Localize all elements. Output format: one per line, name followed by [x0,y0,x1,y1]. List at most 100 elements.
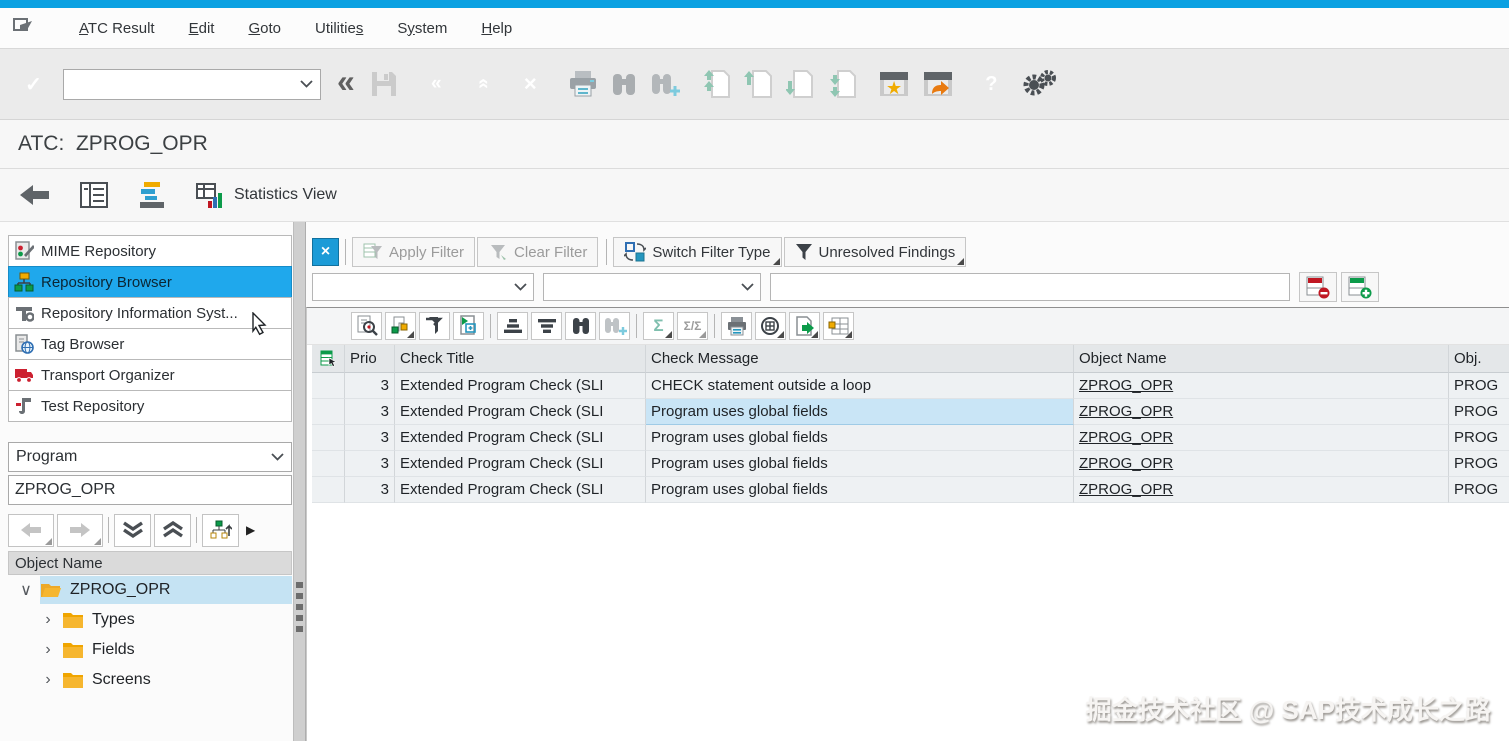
previous-page-button[interactable] [743,69,774,99]
tree-expanded-icon[interactable]: ∨ [18,580,34,600]
table-row[interactable]: 3 Extended Program Check (SLI CHECK stat… [312,373,1509,399]
sidebar-item-test-repository[interactable]: Test Repository [8,390,292,422]
cancel-button[interactable]: × [513,67,548,102]
create-shortcut-button[interactable] [922,70,954,98]
save-button[interactable] [369,69,399,99]
delete-filter-row-button[interactable] [1299,272,1337,302]
find-button[interactable] [610,70,638,98]
selected-cell[interactable]: Program uses global fields [646,399,1074,425]
object-name-input[interactable] [8,475,292,505]
hide-command-field-icon[interactable]: « [337,63,355,100]
row-selector[interactable] [312,477,345,503]
table-row[interactable]: 3 Extended Program Check (SLI Program us… [312,425,1509,451]
history-back-button[interactable] [8,513,54,547]
clear-filter-button[interactable]: Clear Filter [477,237,599,267]
next-page-button[interactable] [785,69,816,99]
tree-node-fields[interactable]: › Fields [8,635,292,665]
collapse-all-button[interactable] [154,513,191,547]
add-filter-row-button[interactable] [1341,272,1379,302]
command-field[interactable] [63,68,321,100]
sort-priority-button[interactable] [138,181,166,209]
system-menu-icon[interactable] [12,17,34,40]
export-button[interactable] [789,312,820,340]
column-header-obj-type[interactable]: Obj. [1449,345,1509,373]
object-type-select[interactable]: Program [8,442,292,472]
sidebar-item-repository-infosystem[interactable]: Repository Information Syst... [8,297,292,329]
row-selector[interactable] [312,451,345,477]
filter-text-input[interactable] [770,273,1290,301]
close-filter-button[interactable]: × [312,238,339,266]
object-name-link[interactable]: ZPROG_OPR [1079,403,1173,420]
filter-combo-2[interactable] [543,273,761,301]
find-in-list-button[interactable] [565,312,596,340]
column-header-check-title[interactable]: Check Title [395,345,646,373]
tree-collapsed-icon[interactable]: › [40,641,56,659]
print-list-button[interactable] [721,312,752,340]
new-session-button[interactable]: ★ [878,70,910,98]
tree-node-root[interactable]: ∨ ZPROG_OPR [8,575,292,605]
statistics-view-button[interactable]: Statistics View [196,181,337,209]
tree-node-types[interactable]: › Types [8,605,292,635]
choose-layout-button[interactable] [823,312,854,340]
find-next-in-list-button[interactable] [599,312,630,340]
display-object-button[interactable] [453,312,484,340]
menu-help[interactable]: Help [464,20,529,37]
column-header-object-name[interactable]: Object Name [1074,345,1449,373]
subtotal-button[interactable]: Σ/Σ [677,312,708,340]
row-selector[interactable] [312,425,345,451]
sidebar-item-mime-repository[interactable]: MIME Repository [8,235,292,267]
toolbar-overflow-icon[interactable]: ▶ [246,523,255,537]
table-row[interactable]: 3 Extended Program Check (SLI Program us… [312,451,1509,477]
menu-goto[interactable]: Goto [231,20,298,37]
object-name-link[interactable]: ZPROG_OPR [1079,377,1173,394]
table-row[interactable]: 3 Extended Program Check (SLI Program us… [312,399,1509,425]
customize-layout-button[interactable] [1021,68,1057,100]
layout-view-button[interactable] [80,182,108,208]
expand-all-button[interactable] [114,513,151,547]
object-name-link[interactable]: ZPROG_OPR [1079,455,1173,472]
find-next-button[interactable] [650,70,682,98]
column-header-check-message[interactable]: Check Message [646,345,1074,373]
select-all-button[interactable] [312,345,345,373]
menu-atc-result[interactable]: ATC Result [62,20,172,37]
back-arrow-button[interactable] [20,184,50,206]
sidebar-item-transport-organizer[interactable]: Transport Organizer [8,359,292,391]
tree-collapsed-icon[interactable]: › [40,611,56,629]
views-button[interactable] [755,312,786,340]
object-name-link[interactable]: ZPROG_OPR [1079,481,1173,498]
findings-filter-dropdown[interactable]: Unresolved Findings [783,237,967,267]
print-button[interactable] [568,70,598,98]
menu-utilities[interactable]: Utilities [298,20,380,37]
object-name-link[interactable]: ZPROG_OPR [1079,429,1173,446]
tree-collapsed-icon[interactable]: › [40,671,56,689]
hierarchy-up-button[interactable] [202,513,239,547]
table-row[interactable]: 3 Extended Program Check (SLI Program us… [312,477,1509,503]
tree-column-header[interactable]: Object Name [8,551,292,575]
history-forward-button[interactable] [57,513,103,547]
enter-button[interactable]: ✓ [16,67,51,102]
total-button[interactable]: Σ [643,312,674,340]
switch-filter-type-button[interactable]: Switch Filter Type [613,237,782,267]
details-button[interactable] [351,312,382,340]
sort-ascending-button[interactable] [497,312,528,340]
layout-variant-button[interactable] [385,312,416,340]
first-page-button[interactable] [702,69,732,99]
column-header-prio[interactable]: Prio [345,345,395,373]
menu-system[interactable]: System [380,20,464,37]
help-button[interactable]: ? [974,67,1009,102]
splitter-grip-icon[interactable] [296,582,303,632]
apply-filter-button[interactable]: Apply Filter [352,237,476,267]
sort-descending-button[interactable] [531,312,562,340]
back-button[interactable]: « [419,67,454,102]
sidebar-item-tag-browser[interactable]: Tag Browser [8,328,292,360]
filter-combo-1[interactable] [312,273,534,301]
set-filter-button[interactable] [419,312,450,340]
last-page-button[interactable] [828,69,858,99]
panel-splitter[interactable] [293,222,306,741]
row-selector[interactable] [312,373,345,399]
menu-edit[interactable]: Edit [172,20,232,37]
row-selector[interactable] [312,399,345,425]
exit-button[interactable]: « [466,67,501,102]
tree-node-screens[interactable]: › Screens [8,665,292,695]
sidebar-item-repository-browser[interactable]: Repository Browser [8,266,292,298]
